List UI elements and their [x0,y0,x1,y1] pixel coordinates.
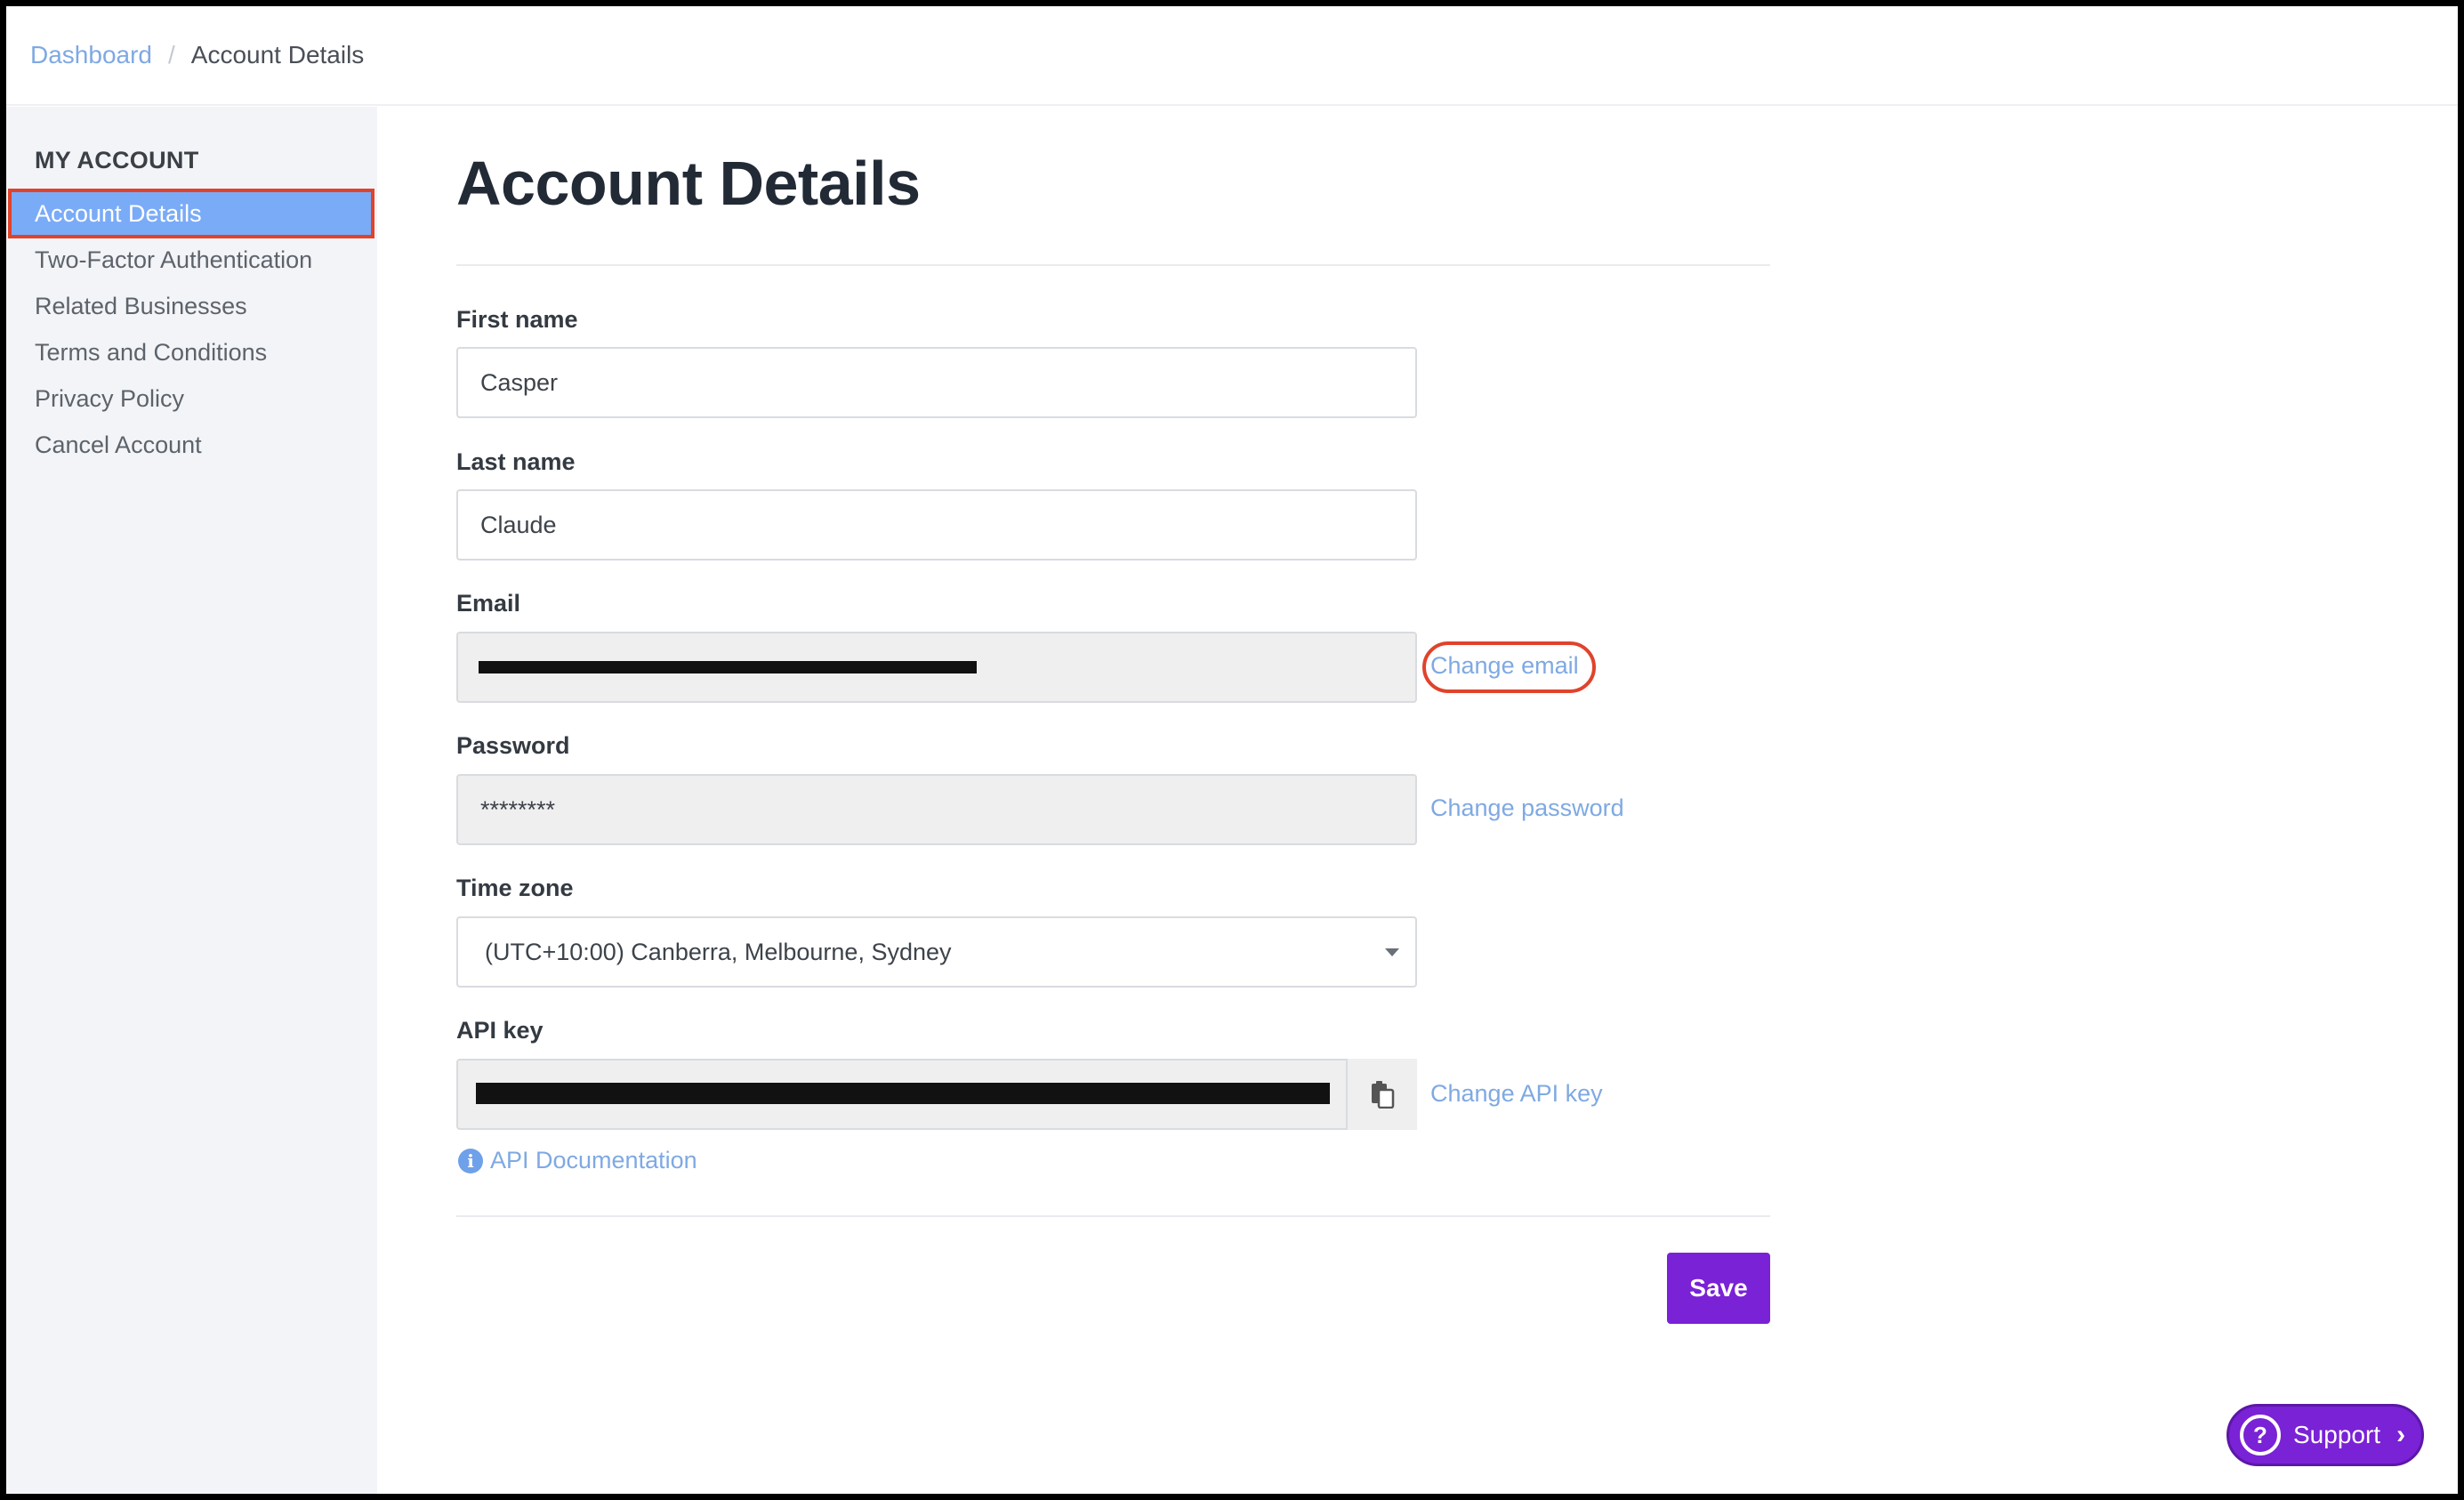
main-content: Account Details First name Last name Ema… [377,107,2458,1494]
change-email-link[interactable]: Change email [1430,652,1579,680]
password-field [456,774,1417,845]
sidebar-item-account-details[interactable]: Account Details [8,189,374,238]
redaction-bar [479,661,977,673]
breadcrumb-dashboard-link[interactable]: Dashboard [30,41,152,69]
first-name-input[interactable] [456,347,1417,418]
chevron-down-icon [1385,948,1399,956]
sidebar-item-label: Two-Factor Authentication [35,246,313,273]
redaction-bar [476,1083,1330,1104]
form-divider [456,1215,1770,1217]
breadcrumb-separator: / [167,41,175,69]
email-label: Email [456,590,521,617]
last-name-label: Last name [456,448,576,475]
support-label: Support [2293,1421,2381,1448]
time-zone-label: Time zone [456,875,574,901]
clipboard-icon [1372,1081,1395,1109]
help-icon: ? [2240,1415,2281,1456]
sidebar-item-label: Cancel Account [35,431,202,458]
breadcrumb-current: Account Details [190,41,365,69]
change-api-key-link[interactable]: Change API key [1430,1080,1603,1108]
api-documentation-link[interactable]: i API Documentation [458,1147,697,1174]
time-zone-value: (UTC+10:00) Canberra, Melbourne, Sydney [485,938,952,965]
sidebar-item-privacy-policy[interactable]: Privacy Policy [10,375,373,422]
chevron-right-icon: › [2396,1420,2406,1449]
sidebar-item-cancel-account[interactable]: Cancel Account [10,422,373,468]
sidebar-item-label: Account Details [35,199,202,227]
time-zone-select[interactable]: (UTC+10:00) Canberra, Melbourne, Sydney [456,916,1417,988]
save-button[interactable]: Save [1667,1253,1770,1324]
first-name-label: First name [456,306,578,333]
app-window: Dashboard / Account Details MY ACCOUNT A… [6,6,2458,1494]
support-button[interactable]: ? Support › [2226,1404,2424,1466]
title-divider [456,264,1770,266]
sidebar-item-terms-and-conditions[interactable]: Terms and Conditions [10,329,373,375]
sidebar: MY ACCOUNT Account Details Two-Factor Au… [6,107,377,1494]
sidebar-heading: MY ACCOUNT [35,147,199,173]
breadcrumb: Dashboard / Account Details [6,6,2458,106]
api-documentation-label: API Documentation [490,1147,697,1173]
api-key-label: API key [456,1017,544,1044]
sidebar-item-two-factor-authentication[interactable]: Two-Factor Authentication [10,237,373,283]
page-title: Account Details [456,149,921,218]
change-password-link[interactable]: Change password [1430,794,1624,822]
copy-api-key-button[interactable] [1346,1059,1417,1130]
sidebar-item-label: Privacy Policy [35,384,185,412]
password-label: Password [456,732,570,759]
sidebar-item-label: Terms and Conditions [35,338,268,366]
sidebar-item-related-businesses[interactable]: Related Businesses [10,283,373,329]
last-name-input[interactable] [456,489,1417,560]
info-icon: i [458,1148,483,1173]
sidebar-item-label: Related Businesses [35,292,247,319]
